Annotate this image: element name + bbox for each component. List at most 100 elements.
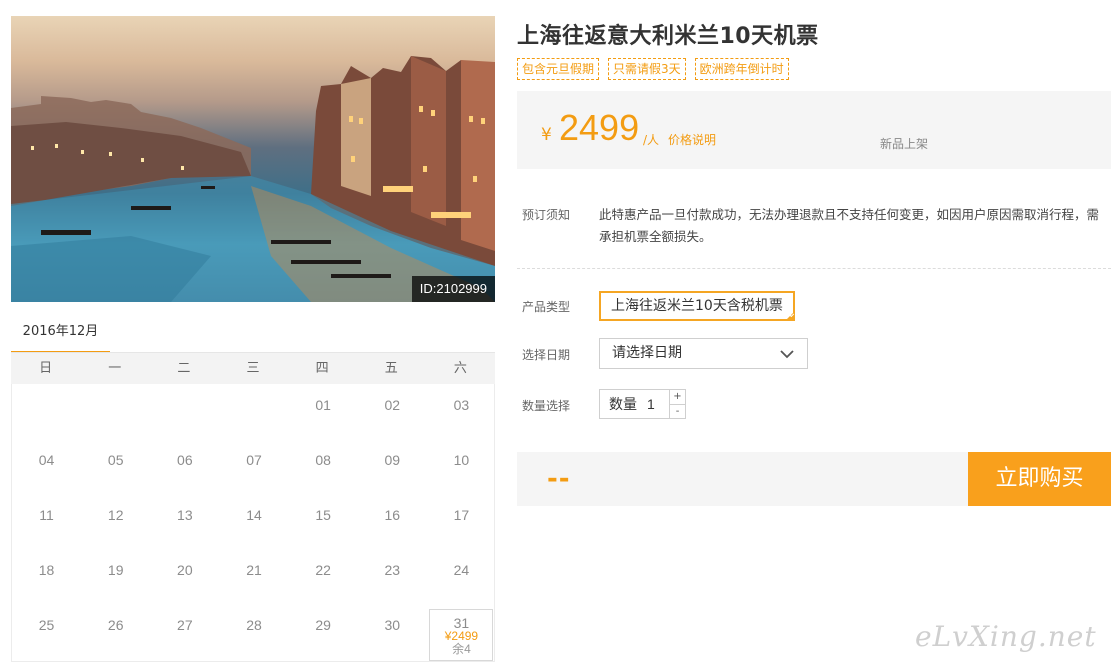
tag-countdown: 欧洲跨年倒计时: [694, 58, 789, 80]
calendar-day-number: 26: [107, 617, 124, 633]
calendar-day-number: 05: [107, 452, 124, 468]
calendar-day[interactable]: 04: [15, 444, 79, 496]
selected-check-icon: [784, 311, 795, 321]
calendar-day[interactable]: 20: [153, 554, 217, 606]
calendar-day-number: 25: [38, 617, 55, 633]
calendar-grid: 01 02 03 04 05 06 07 08 09 10 11 12 13 14 15 16 17 18 19 20…: [11, 384, 495, 662]
calendar-day[interactable]: 28: [222, 609, 286, 661]
calendar-day[interactable]: 08: [291, 444, 355, 496]
price-unit: /人: [643, 133, 660, 147]
venice-canal-illustration: [11, 56, 495, 302]
new-product-badge: 新品上架: [880, 137, 929, 151]
calendar-day[interactable]: 06: [153, 444, 217, 496]
calendar-day-number: 30: [384, 617, 401, 633]
product-tags: 包含元旦假期 只需请假3天 欧洲跨年倒计时: [517, 58, 789, 80]
calendar-day-number: 16: [384, 507, 401, 523]
weekday-tue: 二: [177, 361, 191, 376]
date-select-placeholder: 请选择日期: [612, 345, 682, 361]
calendar-day[interactable]: 17: [429, 499, 493, 551]
calendar-month-tab[interactable]: 2016年12月: [11, 318, 110, 354]
calendar-day-number: 07: [246, 452, 262, 468]
calendar-day-available[interactable]: 31 ¥2499 余4: [429, 609, 494, 661]
calendar-day[interactable]: 29: [291, 609, 355, 661]
product-type-label: 产品类型: [522, 300, 571, 314]
decrement-button[interactable]: -: [670, 404, 685, 418]
calendar-day-number: 23: [384, 562, 401, 578]
calendar-day-number: 28: [246, 617, 262, 633]
calendar-day-number: 31: [453, 615, 470, 631]
calendar-day-number: 21: [246, 562, 262, 578]
total-bar: --: [517, 452, 969, 506]
booking-notice-label: 预订须知: [522, 208, 571, 222]
calendar-day[interactable]: 05: [84, 444, 148, 496]
calendar-day-number: 02: [384, 397, 401, 413]
calendar-day[interactable]: 15: [291, 499, 355, 551]
calendar-day-number: 12: [107, 507, 124, 523]
calendar-day[interactable]: 01: [291, 389, 355, 441]
calendar-day[interactable]: 09: [360, 444, 424, 496]
calendar-day-number: 03: [453, 397, 470, 413]
calendar-day[interactable]: 16: [360, 499, 424, 551]
calendar-day[interactable]: 11: [15, 499, 79, 551]
weekday-wed: 三: [246, 361, 260, 376]
calendar-day-number: 17: [453, 507, 470, 523]
calendar-day[interactable]: 21: [222, 554, 286, 606]
calendar-day[interactable]: 12: [84, 499, 148, 551]
calendar-day-number: 01: [315, 397, 331, 413]
calendar-day-number: 22: [315, 562, 331, 578]
weekday-sat: 六: [453, 361, 467, 376]
increment-button[interactable]: +: [670, 390, 685, 404]
quantity-value[interactable]: 1: [647, 396, 655, 412]
calendar-day-number: 10: [453, 452, 470, 468]
calendar-day-number: 27: [177, 617, 193, 633]
calendar-day-number: 19: [107, 562, 124, 578]
currency-symbol: ¥: [541, 125, 552, 145]
calendar-day[interactable]: 07: [222, 444, 286, 496]
calendar-day-number: 11: [39, 507, 54, 523]
tag-holiday: 包含元旦假期: [517, 58, 600, 80]
calendar-day[interactable]: 30: [360, 609, 424, 661]
calendar-day-number: 24: [453, 562, 470, 578]
buy-now-button[interactable]: 立即购买: [968, 452, 1111, 506]
quantity-stepper[interactable]: 数量 1 + -: [599, 389, 686, 419]
product-type-value: 上海往返米兰10天含税机票: [611, 298, 783, 314]
image-id-badge: ID:2102999: [411, 276, 495, 302]
calendar-day[interactable]: 25: [15, 609, 79, 661]
calendar-day[interactable]: 23: [360, 554, 424, 606]
tag-leave-days: 只需请假3天: [608, 58, 686, 80]
calendar-day[interactable]: 14: [222, 499, 286, 551]
calendar-day[interactable]: 26: [84, 609, 148, 661]
calendar-day-number: 20: [177, 562, 193, 578]
section-divider: [517, 268, 1111, 269]
date-select[interactable]: 请选择日期: [599, 338, 808, 369]
calendar-day[interactable]: 02: [360, 389, 424, 441]
weekday-fri: 五: [384, 361, 398, 376]
watermark: eLvXing.net: [915, 620, 1097, 653]
total-price: --: [547, 464, 571, 494]
calendar-day[interactable]: 22: [291, 554, 355, 606]
calendar-day[interactable]: 13: [153, 499, 217, 551]
calendar-day[interactable]: 27: [153, 609, 217, 661]
product-type-option-selected[interactable]: 上海往返米兰10天含税机票: [599, 291, 795, 321]
price-explanation-link[interactable]: 价格说明: [668, 131, 716, 148]
quantity-field-label: 数量: [609, 397, 637, 413]
calendar-day[interactable]: 18: [15, 554, 79, 606]
price-box: ¥ 2499 /人 价格说明 新品上架: [517, 91, 1111, 169]
calendar-day-number: 08: [315, 452, 331, 468]
calendar-day-stock: 余4: [452, 642, 471, 656]
calendar-day-number: 09: [384, 452, 401, 468]
calendar-day[interactable]: 24: [429, 554, 493, 606]
calendar-day-number: 14: [246, 507, 262, 523]
calendar-day[interactable]: 03: [429, 389, 493, 441]
calendar-weekday-header: 日 一 二 三 四 五 六: [11, 353, 495, 384]
product-title: 上海往返意大利米兰10天机票: [517, 24, 819, 49]
calendar-day[interactable]: 19: [84, 554, 148, 606]
weekday-thu: 四: [315, 361, 329, 376]
chevron-down-icon: [780, 350, 794, 359]
price-amount: 2499: [559, 107, 640, 148]
booking-notice-text: 此特惠产品一旦付款成功，无法办理退款且不支持任何变更，如因用户原因需取消行程，需…: [599, 207, 1100, 244]
calendar-day-number: 13: [177, 507, 193, 523]
product-photo: ID:2102999: [11, 16, 495, 302]
calendar-day[interactable]: 10: [429, 444, 493, 496]
weekday-mon: 一: [108, 361, 122, 376]
